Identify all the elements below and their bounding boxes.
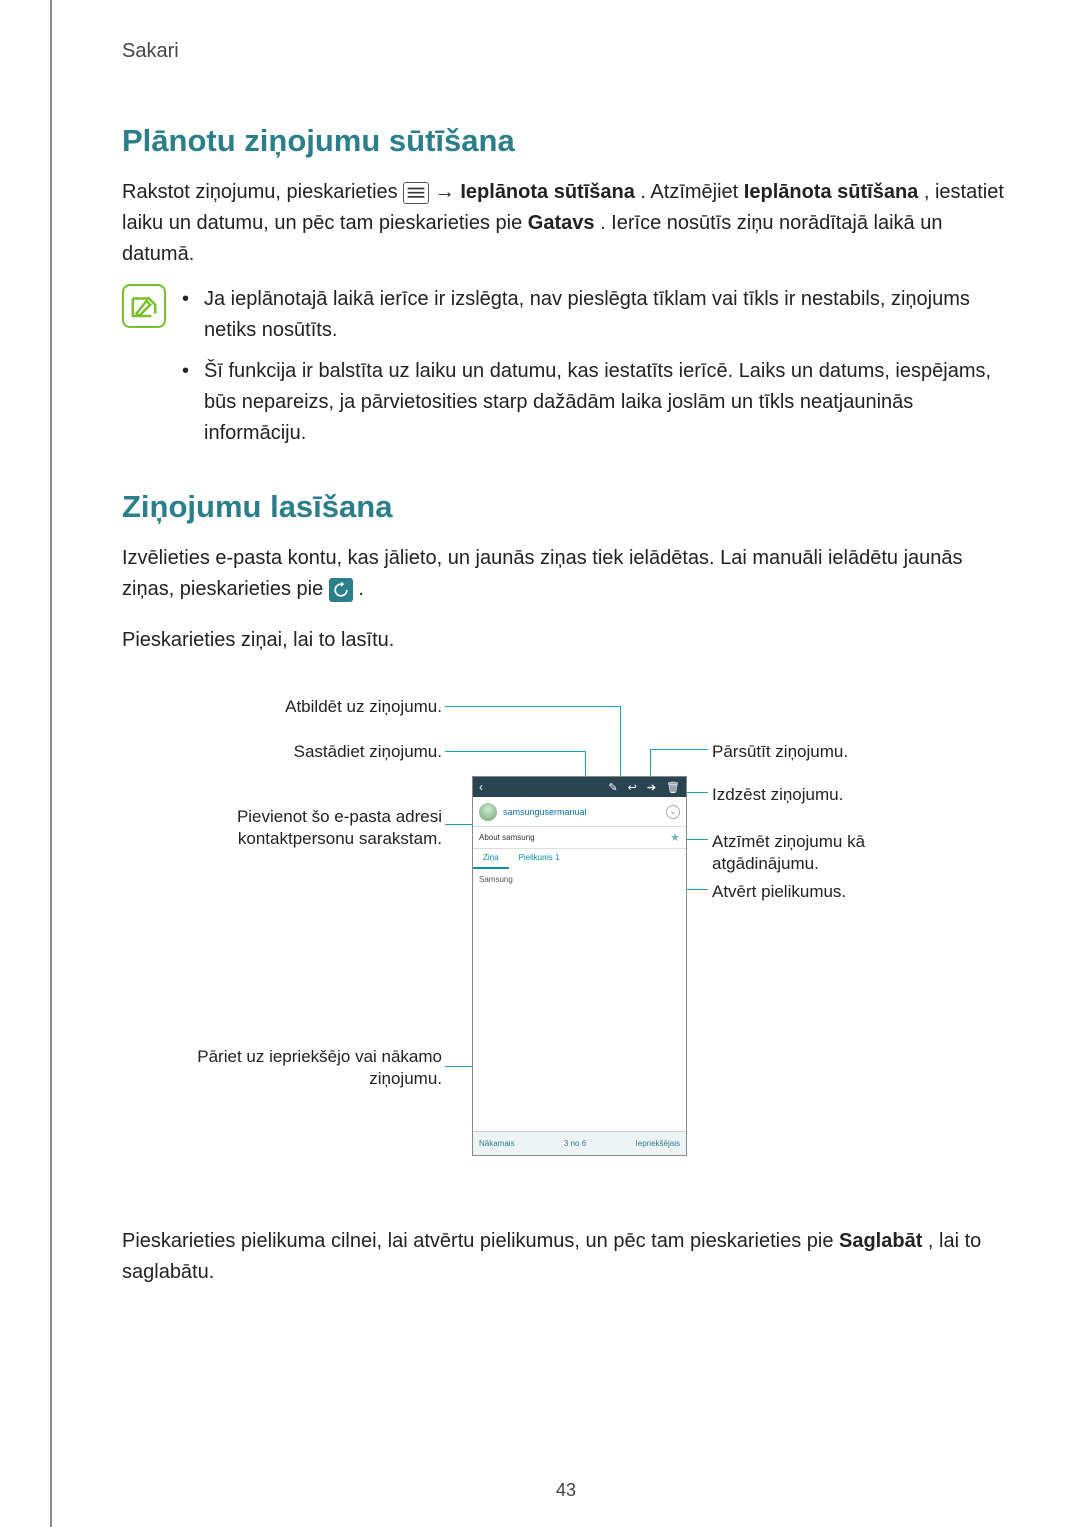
text: Pievienot šo e-pasta adresi — [237, 807, 442, 826]
compose-icon[interactable]: ✎ — [608, 781, 617, 794]
note-item: Šī funkcija ir balstīta uz laiku un datu… — [182, 356, 1010, 449]
heading-scheduled-send: Plānotu ziņojumu sūtīšana — [122, 123, 1010, 159]
avatar[interactable] — [479, 803, 497, 821]
para-read-2: Pieskarieties ziņai, lai to lasītu. — [122, 625, 1010, 656]
text: atgādinājumu. — [712, 854, 819, 873]
nav-next-button[interactable]: Nākamais — [479, 1139, 515, 1148]
back-icon[interactable]: ‹ — [479, 780, 483, 794]
text: Pieskarieties pielikuma cilnei, lai atvē… — [122, 1230, 839, 1252]
note-item: Ja ieplānotajā laikā ierīce ir izslēgta,… — [182, 284, 1010, 346]
text: → — [435, 181, 461, 203]
message-view-diagram: Atbildēt uz ziņojumu. Sastādiet ziņojumu… — [122, 676, 1010, 1196]
text: kontaktpersonu sarakstam. — [238, 829, 442, 848]
phone-mockup: ‹ ✎ ↩ ➔ 🗑 samsungusermanual ⌄ About sams… — [472, 776, 687, 1156]
text: ziņojumu. — [369, 1069, 442, 1088]
star-icon[interactable]: ★ — [670, 831, 680, 844]
delete-icon[interactable]: 🗑 — [666, 781, 680, 794]
breadcrumb: Sakari — [122, 40, 1010, 63]
phone-nav-bar: Nākamais 3 no 6 Iepriekšējais — [473, 1131, 686, 1155]
bold-text: Saglabāt — [839, 1230, 922, 1252]
para-attachment-save: Pieskarieties pielikuma cilnei, lai atvē… — [122, 1226, 1010, 1288]
callout-prev-next: Pāriet uz iepriekšējo vai nākamo ziņojum… — [122, 1046, 442, 1090]
para-read-1: Izvēlieties e-pasta kontu, kas jālieto, … — [122, 543, 1010, 605]
phone-action-bar: ‹ ✎ ↩ ➔ 🗑 — [473, 777, 686, 797]
text: Izvēlieties e-pasta kontu, kas jālieto, … — [122, 547, 963, 600]
callout-add-contact: Pievienot šo e-pasta adresi kontaktperso… — [122, 806, 442, 850]
menu-icon — [403, 182, 429, 204]
callout-forward: Pārsūtīt ziņojumu. — [712, 741, 848, 763]
forward-icon[interactable]: ➔ — [647, 781, 656, 794]
phone-sender-row[interactable]: samsungusermanual ⌄ — [473, 797, 686, 827]
text: . Atzīmējiet — [640, 181, 743, 203]
bold-text: Gatavs — [528, 212, 595, 234]
phone-body: Samsung — [473, 869, 686, 1131]
subject-text: About samsung — [479, 833, 535, 842]
callout-delete: Izdzēst ziņojumu. — [712, 784, 843, 806]
bold-text: Ieplānota sūtīšana — [744, 181, 919, 203]
expand-icon[interactable]: ⌄ — [666, 805, 680, 819]
tab-attachment[interactable]: Pielikums 1 — [509, 849, 570, 869]
text: Pāriet uz iepriekšējo vai nākamo — [197, 1047, 442, 1066]
bold-text: Ieplānota sūtīšana — [460, 181, 635, 203]
tab-message[interactable]: Ziņa — [473, 849, 509, 869]
reply-icon[interactable]: ↩ — [628, 781, 637, 794]
callout-compose: Sastādiet ziņojumu. — [122, 741, 442, 763]
text: Rakstot ziņojumu, pieskarieties — [122, 181, 403, 203]
text: . — [358, 578, 364, 600]
phone-tabs: Ziņa Pielikums 1 — [473, 849, 686, 869]
text: Atzīmēt ziņojumu kā — [712, 832, 865, 851]
nav-count: 3 no 6 — [564, 1139, 586, 1148]
note-icon — [122, 284, 166, 328]
page-number: 43 — [52, 1480, 1080, 1501]
refresh-icon — [329, 578, 353, 602]
heading-read-messages: Ziņojumu lasīšana — [122, 489, 1010, 525]
para-scheduled-send: Rakstot ziņojumu, pieskarieties → Ieplān… — [122, 177, 1010, 270]
phone-subject-row: About samsung ★ — [473, 827, 686, 849]
nav-prev-button[interactable]: Iepriekšējais — [636, 1139, 680, 1148]
callout-reply: Atbildēt uz ziņojumu. — [122, 696, 442, 718]
sender-name: samsungusermanual — [503, 807, 587, 817]
callout-open-attach: Atvērt pielikumus. — [712, 881, 846, 903]
callout-flag: Atzīmēt ziņojumu kā atgādinājumu. — [712, 831, 865, 875]
